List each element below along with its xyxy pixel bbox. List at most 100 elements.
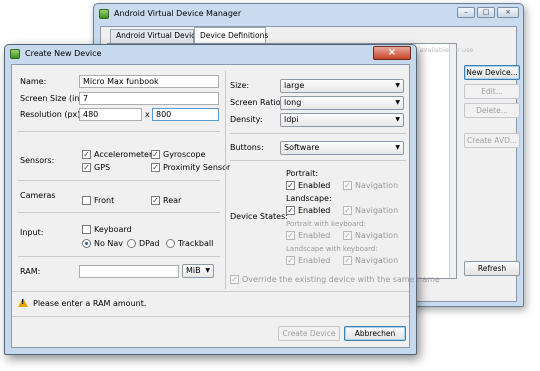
gyroscope-checkbox[interactable]: ✓ [151, 150, 160, 159]
landscape-keyboard-enabled-checkbox[interactable]: ✓ [286, 256, 295, 265]
dialog-title: Create New Device [25, 49, 102, 58]
gyroscope-label: Gyroscope [163, 150, 206, 159]
size-dropdown[interactable]: large ▼ [280, 79, 404, 93]
chevron-down-icon: ▼ [395, 116, 400, 123]
accelerometer-checkbox[interactable]: ✓ [82, 150, 91, 159]
portrait-keyboard-navigation-label: Navigation [355, 231, 399, 240]
minimize-icon: – [464, 8, 468, 16]
gps-checkbox[interactable]: ✓ [82, 163, 91, 172]
resolution-width-field[interactable]: 480 [79, 108, 142, 121]
keyboard-label: Keyboard [94, 225, 132, 234]
portrait-keyboard-heading: Portrait with keyboard: [286, 220, 366, 228]
trackball-radio[interactable] [166, 239, 175, 248]
dpad-label: DPad [139, 239, 160, 248]
dialog-client-area: Name: Micro Max funbook Screen Size (in)… [11, 64, 440, 348]
proximity-sensor-label: Proximity Sensor [163, 163, 231, 172]
tab-android-virtual-devices[interactable]: Android Virtual Devices [110, 29, 204, 43]
ram-label: RAM: [20, 267, 41, 276]
rear-camera-checkbox[interactable]: ✓ [151, 196, 160, 205]
front-camera-label: Front [94, 196, 115, 205]
create-device-button[interactable]: Create Device [278, 326, 340, 341]
ram-unit-value: MiB [186, 266, 201, 275]
landscape-heading: Landscape: [286, 194, 332, 203]
screen-ratio-value: long [284, 98, 302, 107]
landscape-navigation-label: Navigation [355, 206, 399, 215]
chevron-down-icon: ▼ [395, 82, 400, 89]
landscape-navigation-checkbox[interactable]: ✓ [343, 206, 352, 215]
screen-size-label: Screen Size (in): [20, 94, 86, 103]
cameras-label: Cameras [20, 191, 56, 200]
size-value: large [284, 81, 305, 90]
sensors-label: Sensors: [20, 156, 55, 165]
landscape-enabled-checkbox[interactable]: ✓ [286, 206, 295, 215]
no-nav-label: No Nav [94, 239, 124, 248]
accelerometer-label: Accelerometer [94, 150, 153, 159]
delete-button[interactable]: Delete... [464, 103, 520, 118]
portrait-keyboard-enabled-checkbox[interactable]: ✓ [286, 231, 295, 240]
portrait-keyboard-navigation-checkbox[interactable]: ✓ [343, 231, 352, 240]
device-states-label: Device States: [230, 212, 288, 221]
landscape-keyboard-navigation-checkbox[interactable]: ✓ [343, 256, 352, 265]
landscape-enabled-label: Enabled [298, 206, 331, 215]
no-nav-radio[interactable] [82, 239, 91, 248]
close-button[interactable]: × [497, 7, 519, 18]
density-dropdown[interactable]: ldpi ▼ [280, 113, 404, 127]
edit-button[interactable]: Edit... [464, 84, 520, 99]
proximity-sensor-checkbox[interactable]: ✓ [151, 163, 160, 172]
dpad-radio[interactable] [127, 239, 136, 248]
warning-icon [18, 298, 28, 307]
portrait-enabled-checkbox[interactable]: ✓ [286, 181, 295, 190]
separator [12, 291, 409, 292]
cancel-button[interactable]: Abbrechen [344, 326, 406, 341]
density-label: Density: [230, 115, 263, 124]
portrait-keyboard-enabled-label: Enabled [298, 231, 331, 240]
refresh-button[interactable]: Refresh [464, 261, 520, 276]
density-value: ldpi [284, 115, 299, 124]
new-device-button[interactable]: New Device... [464, 65, 520, 80]
screen-ratio-label: Screen Ratio: [230, 98, 284, 107]
portrait-heading: Portrait: [286, 169, 319, 178]
override-label: Override the existing device with the sa… [242, 275, 440, 284]
trackball-label: Trackball [178, 239, 214, 248]
separator [12, 316, 409, 317]
buttons-label: Buttons: [230, 143, 264, 152]
chevron-down-icon: ▼ [395, 99, 400, 106]
maximize-icon: □ [482, 8, 490, 16]
screen-size-field[interactable]: 7 [79, 92, 219, 105]
close-icon: × [505, 8, 511, 16]
separator [18, 212, 220, 213]
ram-unit-dropdown[interactable]: MiB ▼ [182, 264, 214, 278]
create-avd-button[interactable]: Create AVD... [464, 133, 520, 148]
portrait-navigation-label: Navigation [355, 181, 399, 190]
size-label: Size: [230, 81, 250, 90]
name-field[interactable]: Micro Max funbook [79, 75, 219, 88]
dialog-close-button[interactable]: × [373, 46, 411, 60]
minimize-button[interactable]: – [457, 7, 475, 18]
separator [18, 180, 220, 181]
warning-message: Please enter a RAM amount. [33, 299, 147, 308]
resolution-height-field[interactable]: 800 [152, 108, 219, 121]
front-camera-checkbox[interactable] [82, 196, 91, 205]
close-icon: × [387, 47, 397, 58]
column-divider [225, 71, 226, 289]
android-app-icon [99, 9, 109, 19]
separator [18, 131, 220, 132]
resolution-times: x [145, 110, 150, 119]
chevron-down-icon: ▼ [395, 144, 400, 151]
separator [18, 256, 220, 257]
override-checkbox[interactable]: ✓ [230, 275, 239, 284]
buttons-value: Software [284, 143, 320, 152]
ram-field[interactable] [79, 265, 179, 278]
screen-ratio-dropdown[interactable]: long ▼ [280, 96, 404, 110]
tab-device-definitions[interactable]: Device Definitions [194, 27, 268, 43]
chevron-down-icon: ▼ [205, 267, 210, 274]
gps-label: GPS [94, 163, 111, 172]
portrait-enabled-label: Enabled [298, 181, 331, 190]
buttons-dropdown[interactable]: Software ▼ [280, 141, 404, 155]
maximize-button[interactable]: □ [477, 7, 495, 18]
keyboard-checkbox[interactable] [82, 225, 91, 234]
list-scrollbar[interactable] [449, 44, 456, 278]
input-label: Input: [20, 228, 44, 237]
portrait-navigation-checkbox[interactable]: ✓ [343, 181, 352, 190]
rear-camera-label: Rear [163, 196, 182, 205]
